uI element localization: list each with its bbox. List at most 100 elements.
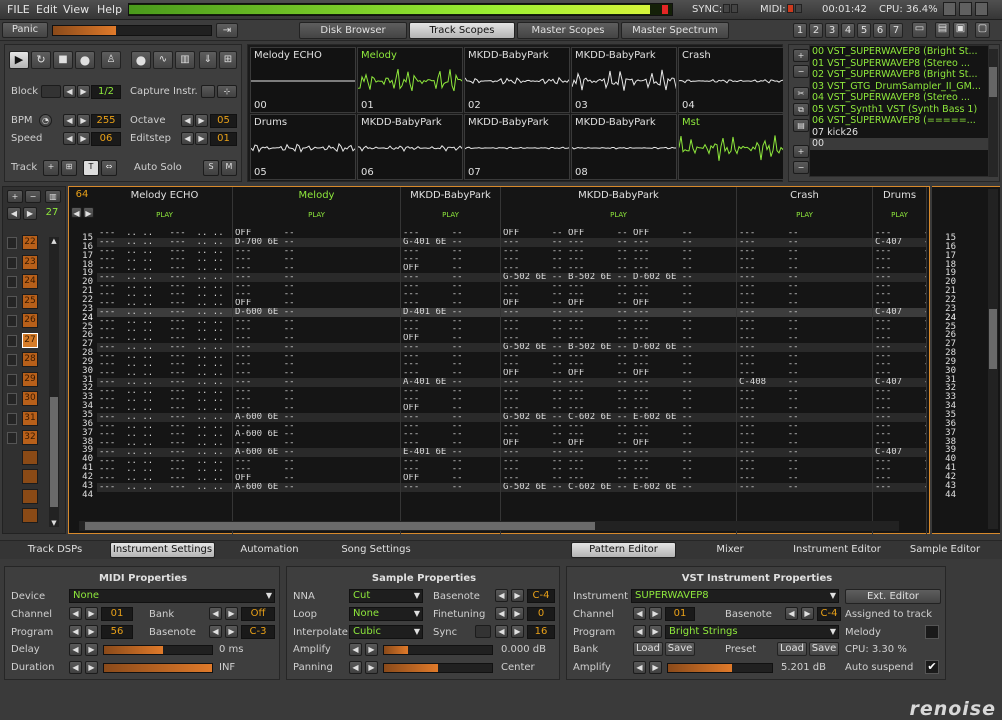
pattern-row[interactable]: --- -- bbox=[401, 395, 500, 404]
pattern-row[interactable]: --- -- bbox=[401, 299, 500, 308]
pattern-row[interactable]: --- -- bbox=[401, 430, 500, 439]
interpolate-select[interactable]: Cubic ▼ bbox=[349, 625, 423, 639]
midi-device-select[interactable]: None ▼ bbox=[69, 589, 275, 603]
midi-basenote-value[interactable]: C-3 bbox=[241, 625, 275, 639]
pattern-row[interactable]: --- -- --- -- --- -- bbox=[501, 422, 736, 431]
paste-icon[interactable]: ▤ bbox=[793, 119, 809, 132]
auto-suspend-checkbox[interactable]: ✔ bbox=[925, 660, 939, 674]
pattern-row[interactable]: --- -- bbox=[873, 317, 926, 326]
pattern-row[interactable]: --- -- bbox=[737, 395, 872, 404]
pattern-row[interactable]: --- -- bbox=[873, 465, 926, 474]
editstep-value[interactable]: 01 bbox=[210, 132, 237, 146]
pattern-row[interactable]: --- .. .. --- .. .. bbox=[97, 439, 232, 448]
pattern-row[interactable]: --- -- bbox=[233, 342, 400, 352]
pattern-row[interactable]: --- -- bbox=[873, 247, 926, 256]
pattern-row[interactable]: --- -- bbox=[873, 352, 926, 361]
pattern-row[interactable]: OFF -- bbox=[401, 264, 500, 273]
pattern-row[interactable]: D-600 6E -- bbox=[233, 307, 400, 317]
vst-channel-inc[interactable]: ▶ bbox=[649, 607, 662, 620]
pattern-row[interactable]: G-401 6E -- bbox=[401, 237, 500, 247]
tempo-tap-icon[interactable]: ◔ bbox=[39, 114, 52, 127]
pattern-row[interactable]: --- -- bbox=[401, 387, 500, 396]
pattern-row[interactable]: --- -- --- -- --- -- bbox=[501, 264, 736, 273]
vst-amplify-inc[interactable]: ▶ bbox=[649, 661, 662, 674]
track-header[interactable]: Drums bbox=[873, 190, 926, 201]
sequence-slot[interactable]: 26 bbox=[22, 313, 38, 328]
pattern-row[interactable]: --- -- bbox=[401, 360, 500, 369]
sequence-slot[interactable]: 25 bbox=[22, 293, 38, 309]
midi-duration-inc[interactable]: ▶ bbox=[85, 661, 98, 674]
pattern-row[interactable]: --- .. .. --- .. .. bbox=[97, 430, 232, 439]
pattern-row[interactable]: --- .. .. --- .. .. bbox=[97, 387, 232, 396]
pattern-row[interactable]: --- .. .. --- .. .. bbox=[97, 447, 232, 457]
pattern-row[interactable]: --- -- bbox=[873, 395, 926, 404]
follow-icon[interactable]: ∿ bbox=[153, 51, 173, 69]
solo-m-icon[interactable]: M bbox=[221, 160, 237, 176]
master-volume-slider[interactable] bbox=[52, 25, 212, 36]
tab-instrument-editor[interactable]: Instrument Editor bbox=[787, 544, 887, 555]
pattern-row[interactable]: --- -- bbox=[737, 482, 872, 492]
pattern-row[interactable]: --- .. .. --- .. .. bbox=[97, 237, 232, 247]
pattern-row[interactable]: --- -- bbox=[873, 272, 926, 282]
tab-song-settings[interactable]: Song Settings bbox=[336, 544, 416, 555]
pattern-row[interactable]: --- .. .. --- .. .. bbox=[97, 404, 232, 413]
tab-mixer[interactable]: Mixer bbox=[700, 544, 760, 555]
instrument-item[interactable]: 01 VST_SUPERWAVEP8 (Stereo ... bbox=[810, 58, 988, 70]
pattern-row[interactable]: --- .. .. --- .. .. bbox=[97, 482, 232, 492]
pattern-row[interactable]: --- -- bbox=[873, 430, 926, 439]
pattern-row[interactable]: --- -- bbox=[233, 465, 400, 474]
seq-scrollbar[interactable]: ▲ ▼ bbox=[49, 237, 59, 527]
pattern-row[interactable]: --- -- --- -- --- -- bbox=[501, 387, 736, 396]
pattern-row[interactable]: --- -- --- -- --- -- bbox=[501, 457, 736, 466]
pattern-row[interactable]: --- -- bbox=[401, 290, 500, 299]
instrument-item[interactable]: 00 bbox=[810, 138, 988, 150]
pattern-row[interactable]: --- -- bbox=[737, 430, 872, 439]
pattern-row[interactable]: --- .. .. --- .. .. bbox=[97, 377, 232, 387]
scope-1[interactable]: Melody 01 bbox=[357, 47, 463, 113]
nna-select[interactable]: Cut ▼ bbox=[349, 589, 423, 603]
pattern-row[interactable]: --- -- bbox=[737, 290, 872, 299]
track-column[interactable]: Melody ECHO PLAY --- .. .. --- .. .. --- ..… bbox=[97, 187, 233, 535]
download-icon[interactable]: ⇓ bbox=[199, 51, 217, 69]
fullscreen-icon[interactable]: ▢ bbox=[975, 22, 990, 38]
bank-load-button[interactable]: Load bbox=[633, 642, 663, 656]
pattern-row[interactable]: --- .. .. --- .. .. bbox=[97, 299, 232, 308]
page-button-7[interactable]: 7 bbox=[889, 23, 903, 38]
pattern-row[interactable]: --- .. .. --- .. .. bbox=[97, 334, 232, 343]
seq-next-icon[interactable]: ▶ bbox=[23, 207, 37, 220]
scope-3[interactable]: MKDD-BabyPark 03 bbox=[571, 47, 677, 113]
instrument-add-icon[interactable]: + bbox=[793, 49, 809, 62]
pattern-row[interactable]: --- -- bbox=[737, 465, 872, 474]
vst-basenote-value[interactable]: C-4 bbox=[817, 607, 841, 621]
ext-editor-button[interactable]: Ext. Editor bbox=[845, 589, 941, 604]
pattern-row[interactable]: --- -- --- -- --- -- bbox=[501, 352, 736, 361]
scope-0[interactable]: Melody ECHO 00 bbox=[250, 47, 356, 113]
sample-basenote-inc[interactable]: ▶ bbox=[511, 589, 524, 602]
sequence-slot[interactable]: 24 bbox=[22, 274, 38, 289]
play-button[interactable]: ▶ bbox=[9, 51, 29, 69]
pattern-row[interactable]: --- -- bbox=[873, 255, 926, 264]
pattern-row[interactable]: --- -- bbox=[737, 255, 872, 264]
pattern-row[interactable]: --- -- bbox=[233, 387, 400, 396]
pattern-row[interactable]: --- -- bbox=[737, 325, 872, 334]
layout-icon[interactable]: ▭ bbox=[912, 22, 927, 38]
stop-button[interactable]: ■ bbox=[53, 51, 73, 69]
pattern-row[interactable]: C-408 -- bbox=[737, 377, 872, 387]
sequence-mute-toggle[interactable] bbox=[7, 237, 17, 249]
pattern-row[interactable]: --- -- bbox=[737, 334, 872, 343]
pattern-row[interactable]: --- -- --- -- --- -- bbox=[501, 404, 736, 413]
pattern-row[interactable]: --- -- --- -- --- -- bbox=[501, 290, 736, 299]
pattern-row[interactable]: --- -- bbox=[737, 412, 872, 422]
midi-bank-inc[interactable]: ▶ bbox=[225, 607, 238, 620]
instrument-up-icon[interactable]: + bbox=[793, 145, 809, 158]
pattern-row[interactable]: --- -- bbox=[233, 334, 400, 343]
seq-add-icon[interactable]: + bbox=[7, 190, 23, 203]
pattern-row[interactable]: --- -- bbox=[737, 247, 872, 256]
pattern-row[interactable]: --- -- bbox=[737, 422, 872, 431]
sequence-slot[interactable]: 30 bbox=[22, 391, 38, 406]
pattern-row[interactable]: --- -- --- -- --- -- bbox=[501, 282, 736, 291]
finetuning-inc[interactable]: ▶ bbox=[511, 607, 524, 620]
track-rows[interactable]: OFF -- OFF -- OFF -- --- -- --- -- --- -… bbox=[501, 229, 736, 509]
instrument-item[interactable]: 03 VST_GTG_DrumSampler_II_GM... bbox=[810, 81, 988, 93]
sample-amplify-inc[interactable]: ▶ bbox=[365, 643, 378, 656]
